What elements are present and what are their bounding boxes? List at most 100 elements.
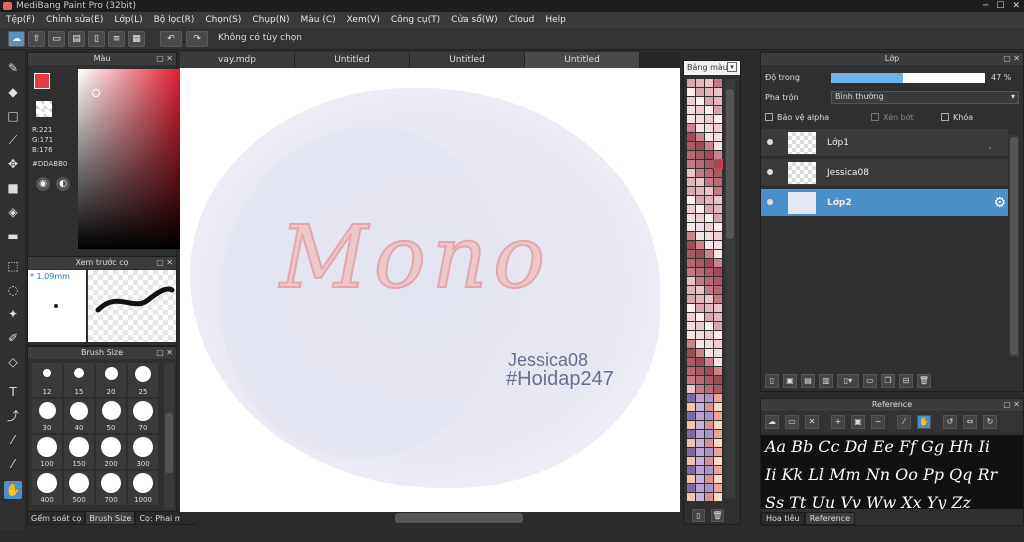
palette-swatch[interactable]	[705, 115, 713, 123]
palette-swatch[interactable]	[705, 259, 713, 267]
palette-swatch[interactable]	[687, 340, 695, 348]
reference-image[interactable]: Aa Bb Cc Dd Ee Ff Gg Hh Ii Ii Kk Ll Mm N…	[761, 435, 1023, 509]
palette-swatch[interactable]	[705, 124, 713, 132]
palette-swatch[interactable]	[714, 205, 722, 213]
palette-swatch[interactable]	[714, 439, 722, 447]
palette-swatch[interactable]	[687, 205, 695, 213]
palette-swatch[interactable]	[714, 412, 722, 420]
palette-swatch[interactable]	[714, 403, 722, 411]
page-icon[interactable]: ▯	[88, 31, 105, 47]
palette-swatch[interactable]	[696, 250, 704, 258]
pen-icon[interactable]: ✎	[4, 59, 22, 77]
palette-swatch[interactable]	[687, 268, 695, 276]
palette-swatch[interactable]	[705, 457, 713, 465]
palette-swatch[interactable]	[705, 187, 713, 195]
brush-size-12[interactable]: 12	[32, 363, 62, 397]
brush-size-50[interactable]: 50	[96, 399, 126, 433]
grid-icon[interactable]: ▦	[128, 31, 145, 47]
palette-swatch[interactable]	[696, 412, 704, 420]
palette-swatch[interactable]	[705, 421, 713, 429]
palette-swatch[interactable]	[714, 97, 722, 105]
palette-swatch[interactable]	[714, 394, 722, 402]
brush-size-1000[interactable]: 1000	[128, 471, 158, 505]
palette-swatch[interactable]	[687, 304, 695, 312]
palette-swatch[interactable]	[696, 106, 704, 114]
blend-select[interactable]: Bình thường ▾	[831, 91, 1019, 104]
palette-swatch[interactable]	[705, 493, 713, 501]
operation-icon[interactable]: ⤴	[4, 407, 22, 425]
palette-swatch[interactable]	[714, 178, 722, 186]
bucket-icon[interactable]: ◈	[4, 203, 22, 221]
brush-size-100[interactable]: 100	[32, 435, 62, 469]
palette-swatch[interactable]	[687, 133, 695, 141]
palette-swatch[interactable]	[687, 88, 695, 96]
palette-swatch[interactable]	[687, 232, 695, 240]
palette-swatch[interactable]	[696, 376, 704, 384]
select-pen-icon[interactable]: ✐	[4, 329, 22, 347]
new-8bit-layer-icon[interactable]: ▤	[801, 374, 815, 388]
palette-swatch[interactable]	[705, 277, 713, 285]
palette-swatch[interactable]	[714, 448, 722, 456]
palette-swatch[interactable]	[714, 475, 722, 483]
palette-swatch[interactable]	[696, 430, 704, 438]
palette-swatch[interactable]	[696, 466, 704, 474]
fit-icon[interactable]: ▣	[851, 415, 865, 429]
brush-size-150[interactable]: 150	[64, 435, 94, 469]
palette-swatch[interactable]	[687, 484, 695, 492]
palette-swatch[interactable]	[687, 241, 695, 249]
palette-swatch[interactable]	[705, 475, 713, 483]
palette-swatch[interactable]	[714, 268, 722, 276]
palette-swatch[interactable]	[696, 259, 704, 267]
menu-snap[interactable]: Chụp(N)	[252, 15, 289, 25]
chat-icon[interactable]: ▤	[68, 31, 85, 47]
palette-swatch[interactable]	[687, 448, 695, 456]
palette-swatch[interactable]	[696, 322, 704, 330]
panel-close-icon[interactable]: ▢ ✕	[1003, 53, 1020, 65]
rotate-right-icon[interactable]: ↻	[983, 415, 997, 429]
palette-swatch[interactable]	[705, 403, 713, 411]
palette-swatches[interactable]	[687, 79, 723, 502]
palette-swatch[interactable]	[714, 430, 722, 438]
palette-swatch[interactable]	[714, 133, 722, 141]
fill-rect-icon[interactable]: ■	[4, 179, 22, 197]
palette-swatch[interactable]	[714, 466, 722, 474]
palette-swatch[interactable]	[714, 151, 722, 159]
palette-swatch[interactable]	[705, 232, 713, 240]
panel-close-icon[interactable]: ▢ ✕	[156, 257, 173, 269]
brush-size-30[interactable]: 30	[32, 399, 62, 433]
palette-swatch[interactable]	[696, 124, 704, 132]
palette-swatch[interactable]	[696, 151, 704, 159]
menu-select[interactable]: Chọn(S)	[205, 15, 241, 25]
palette-swatch[interactable]	[714, 340, 722, 348]
palette-swatch[interactable]	[714, 376, 722, 384]
palette-swatch[interactable]	[687, 151, 695, 159]
palette-swatch[interactable]	[705, 313, 713, 321]
brush-size-40[interactable]: 40	[64, 399, 94, 433]
palette-swatch[interactable]	[705, 286, 713, 294]
palette-swatch[interactable]	[687, 466, 695, 474]
palette-swatch[interactable]	[714, 367, 722, 375]
lasso-icon[interactable]: ◌	[4, 281, 22, 299]
close-button[interactable]: ✕	[1012, 0, 1020, 12]
palette-swatch[interactable]	[696, 484, 704, 492]
zoom-out-icon[interactable]: −	[871, 415, 885, 429]
opacity-slider[interactable]	[831, 73, 985, 83]
brush-size-500[interactable]: 500	[64, 471, 94, 505]
palette-swatch[interactable]	[696, 403, 704, 411]
brush-size-70[interactable]: 70	[128, 399, 158, 433]
select-eraser-icon[interactable]: ◇	[4, 353, 22, 371]
palette-swatch[interactable]	[696, 214, 704, 222]
undo-icon[interactable]: ↶	[160, 31, 182, 47]
comment-icon[interactable]: ▭	[48, 31, 65, 47]
palette-icon[interactable]: ◉	[36, 177, 50, 191]
layer-row[interactable]: Lớp2 ⚙	[761, 189, 1008, 217]
palette-swatch[interactable]	[714, 115, 722, 123]
palette-swatch[interactable]	[705, 250, 713, 258]
cloud-icon[interactable]: ☁	[765, 415, 779, 429]
cloud-icon[interactable]: ☁	[8, 31, 25, 47]
rectangle-icon[interactable]: □	[4, 107, 22, 125]
palette-swatch[interactable]	[696, 439, 704, 447]
palette-swatch[interactable]	[696, 340, 704, 348]
palette-swatch[interactable]	[687, 412, 695, 420]
palette-swatch[interactable]	[705, 169, 713, 177]
